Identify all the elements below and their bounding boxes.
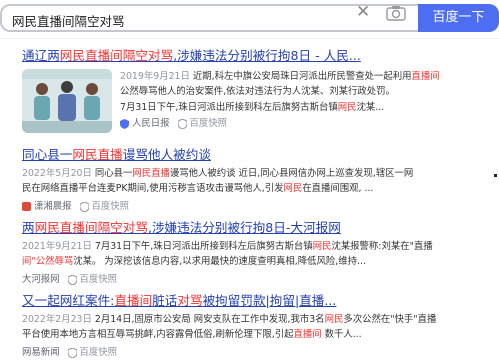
search-result: 同心县一网民直播谩骂他人被约谈 2022年5月20日 同心县一网民直播谩骂他人被… [22, 146, 492, 214]
search-result: 两网民直播间隔空对骂,涉嫌违法分别被行拘8日-大河报网 2021年9月21日 7… [22, 219, 492, 287]
snapshot-link[interactable]: 百度快照 [67, 346, 117, 360]
snapshot-link[interactable]: 百度快照 [177, 117, 227, 131]
shield-icon [177, 118, 187, 129]
result-abstract: 2022年5月20日 同心县一网民直播谩骂他人被约谈 近日,同心县网信办网上巡查… [22, 168, 414, 195]
camera-icon[interactable] [386, 5, 406, 21]
scroll-marker [494, 174, 497, 177]
result-abstract: 2019年9月21日 近期,科左中旗公安局珠日河派出所民警查处一起利用直播间 公… [120, 71, 440, 113]
result-source: 网易新闻 百度快照 [22, 346, 118, 360]
snapshot-link[interactable]: 百度快照 [79, 200, 129, 214]
source-logo-icon [22, 202, 31, 212]
search-button[interactable]: 百度一下 [418, 4, 499, 32]
result-title-link[interactable]: 同心县一网民直播谩骂他人被约谈 [22, 146, 492, 163]
snapshot-link[interactable]: 百度快照 [67, 273, 117, 287]
clear-icon[interactable]: ✕ [356, 2, 370, 22]
shield-icon [79, 201, 89, 212]
result-thumbnail[interactable] [22, 69, 112, 133]
shield-icon [67, 347, 77, 358]
result-abstract: 2021年9月21日 7月31日下午,珠日河派出所接到科左后旗努古斯台镇网民沈某… [22, 241, 433, 268]
shield-icon [120, 118, 129, 129]
result-source: 大河报网 百度快照 [22, 273, 118, 287]
result-title-link[interactable]: 通辽两网民直播间隔空对骂,涉嫌违法分别被行拘8日 - 人民... [22, 47, 492, 64]
search-result: 通辽两网民直播间隔空对骂,涉嫌违法分别被行拘8日 - 人民... 2019年9月… [22, 47, 492, 133]
result-abstract: 2022年2月23日 2月14日,固原市公安局 网安支队在工作中发现,我市3名网… [22, 314, 437, 341]
search-result: 又一起网红案件:直播间脏话对骂被拘留罚款|拘留|直播... 2022年2月23日… [22, 292, 492, 360]
result-source: 人民日报 百度快照 [120, 117, 490, 131]
shield-icon [67, 274, 77, 285]
result-title-link[interactable]: 两网民直播间隔空对骂,涉嫌违法分别被行拘8日-大河报网 [22, 219, 492, 236]
search-bar: 网民直播间隔空对骂 ✕ 百度一下 [0, 0, 499, 36]
search-query: 网民直播间隔空对骂 [12, 14, 125, 29]
divider [0, 38, 499, 39]
result-title-link[interactable]: 又一起网红案件:直播间脏话对骂被拘留罚款|拘留|直播... [22, 292, 492, 309]
result-source: 潇湘晨报 百度快照 [22, 200, 492, 214]
